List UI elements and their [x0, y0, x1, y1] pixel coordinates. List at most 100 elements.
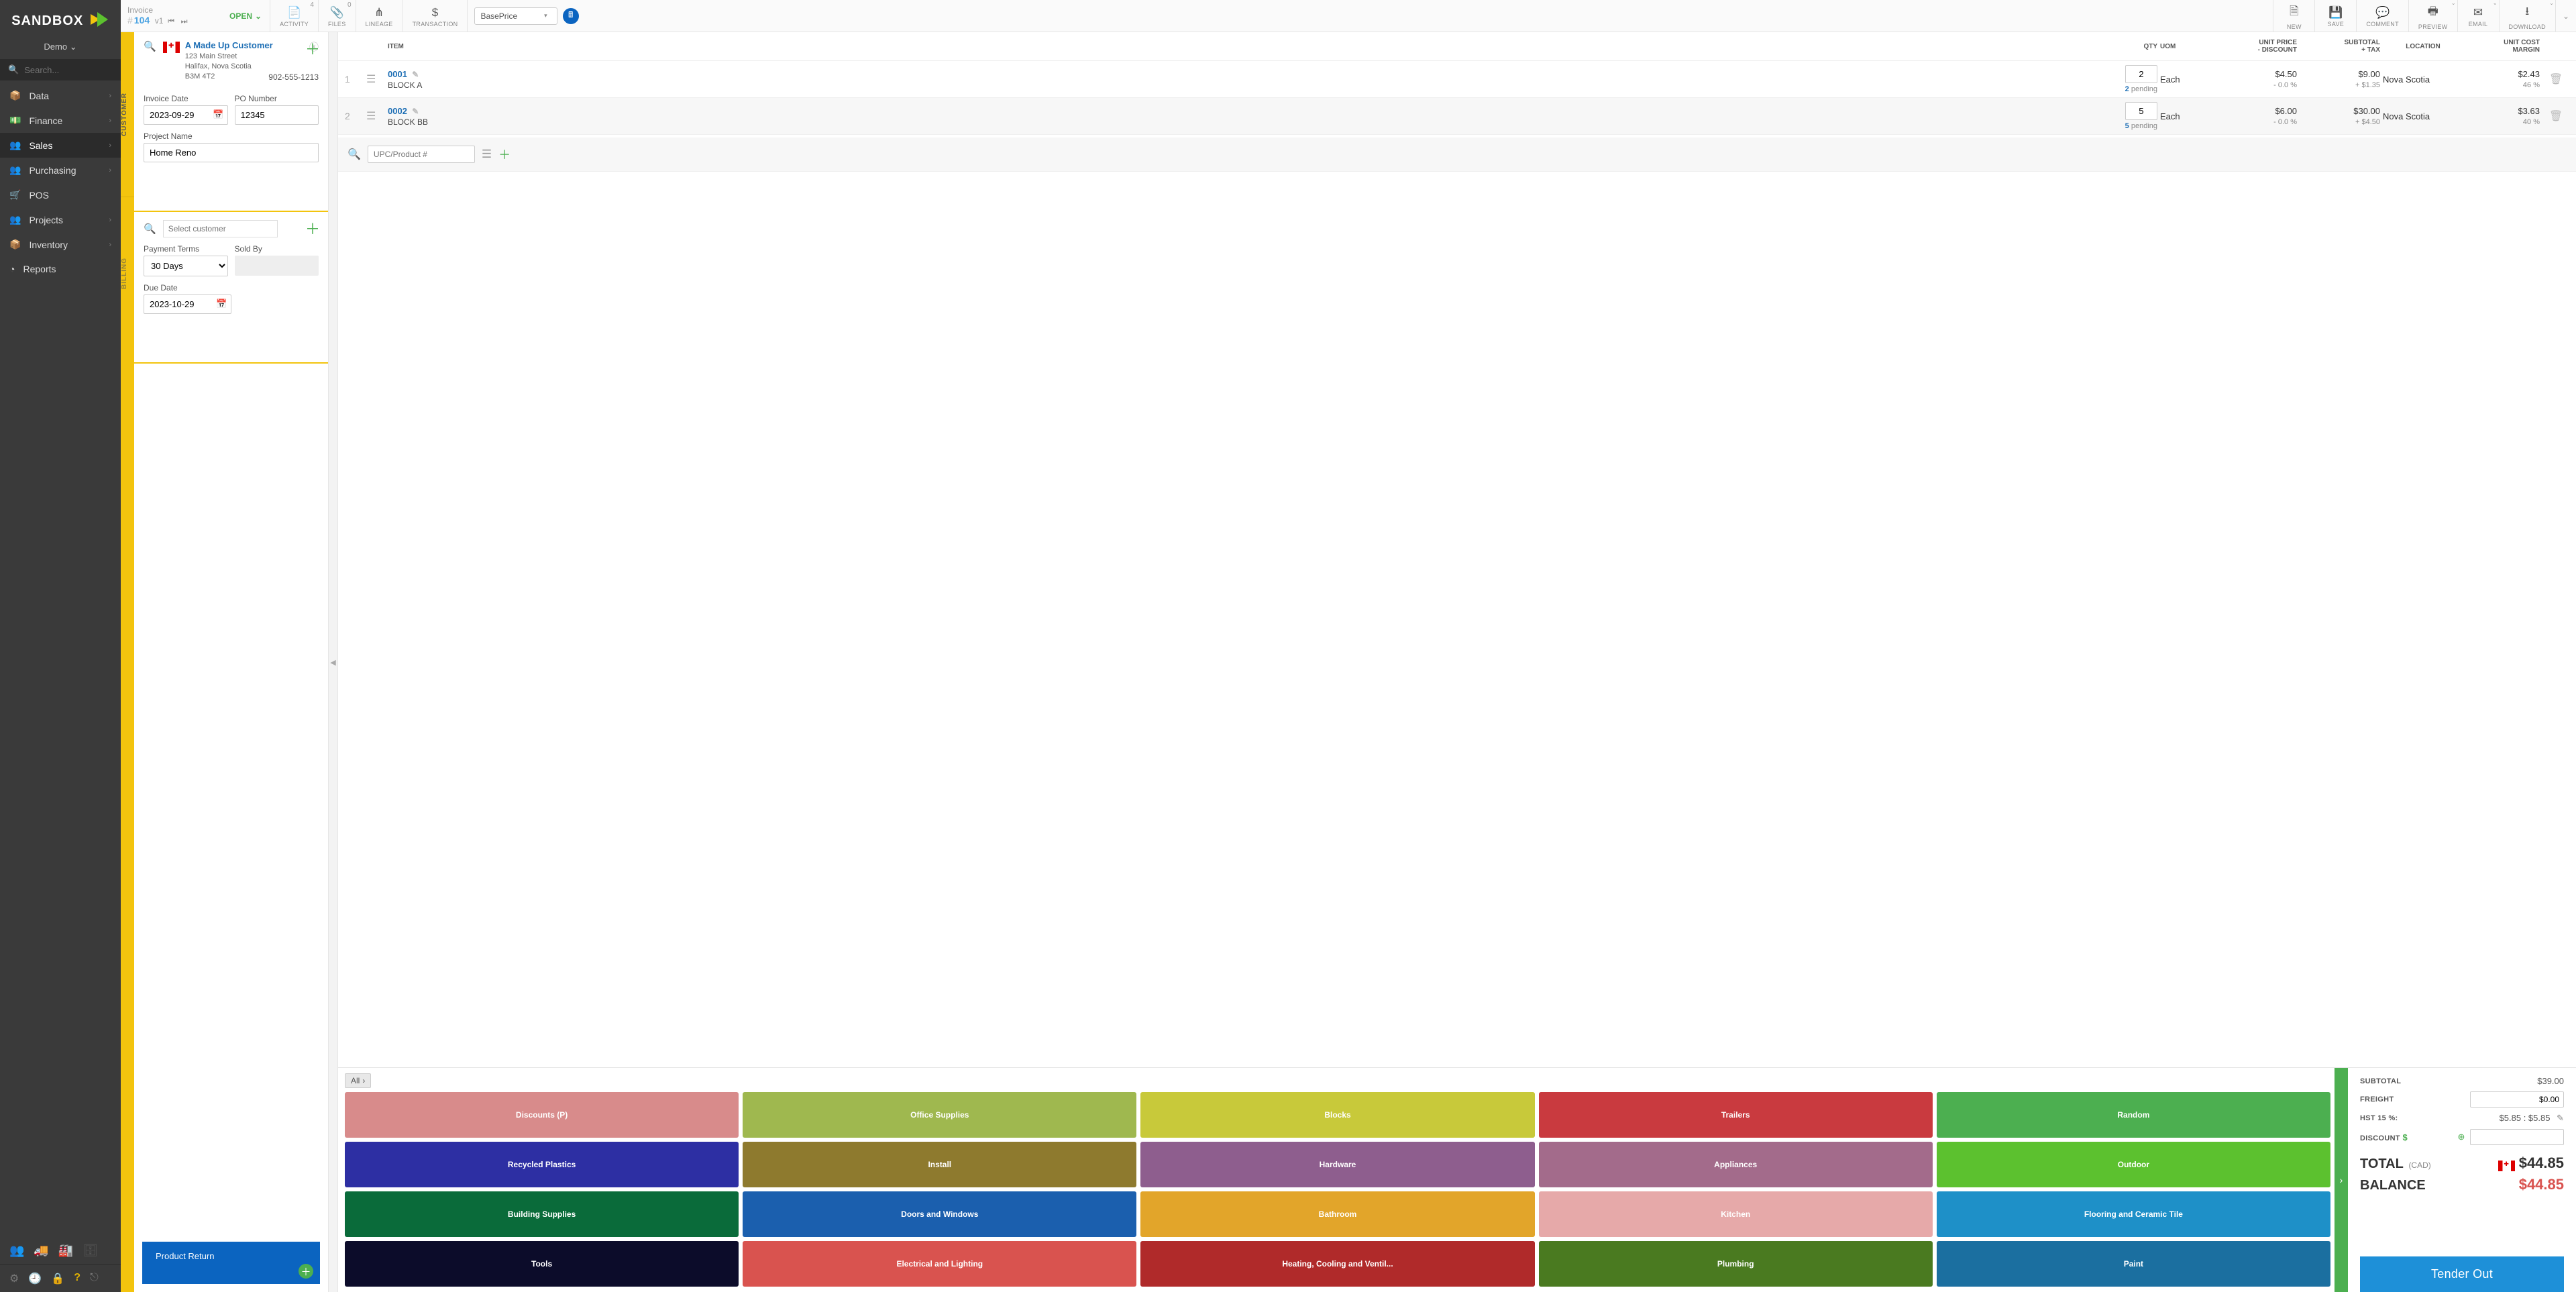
add-billing-customer-button[interactable]: ＋ — [305, 217, 320, 239]
chevron-down-icon[interactable]: ⌄ — [2493, 0, 2498, 6]
edit-icon[interactable]: ✎ — [410, 70, 419, 79]
category-tile[interactable]: Heating, Cooling and Ventil... — [1140, 1241, 1534, 1287]
ribbon-lineage-button[interactable]: ⋔LINEAGE — [356, 0, 402, 32]
search-icon[interactable]: 🔍 — [347, 148, 361, 161]
product-return-button[interactable]: Product Return ＋ — [142, 1242, 320, 1284]
ribbon-save-button[interactable]: 💾SAVE — [2314, 0, 2356, 32]
category-scroll-handle[interactable]: › — [2334, 1068, 2348, 1292]
calendar-icon[interactable]: 📅 — [213, 109, 223, 120]
add-customer-button[interactable]: ＋ — [305, 38, 320, 59]
nav-item-pos[interactable]: 🛒POS — [0, 182, 121, 207]
category-tile[interactable]: Random — [1937, 1092, 2330, 1138]
ribbon-new-button[interactable]: 🗎NEW — [2273, 0, 2314, 32]
users-icon[interactable]: 👥 — [9, 1244, 24, 1258]
prev-doc-button[interactable]: ⏮ — [166, 16, 176, 27]
ribbon-tool-label: PREVIEW — [2418, 23, 2448, 30]
archive-icon[interactable]: 🗄 — [83, 1244, 98, 1258]
category-breadcrumb[interactable]: All › — [345, 1073, 371, 1088]
search-icon[interactable]: 🔍 — [144, 223, 156, 235]
ribbon-files-button[interactable]: 0📎FILES — [319, 0, 356, 32]
category-tile[interactable]: Recycled Plastics — [345, 1142, 739, 1187]
ribbon-transaction-button[interactable]: $TRANSACTION — [403, 0, 468, 32]
ribbon-email-button[interactable]: ⌄✉EMAIL — [2457, 0, 2499, 32]
side-tab-customer[interactable]: CUSTOMER — [121, 32, 134, 197]
po-input[interactable] — [235, 105, 319, 125]
category-tile[interactable]: Discounts (P) — [345, 1092, 739, 1138]
global-search[interactable]: 🔍 — [0, 59, 121, 80]
ribbon-preview-button[interactable]: ⌄🖶PREVIEW — [2408, 0, 2457, 32]
next-doc-button[interactable]: ⏭ — [179, 16, 190, 27]
category-tile[interactable]: Doors and Windows — [743, 1191, 1136, 1237]
line-menu-button[interactable]: ☰ — [366, 109, 385, 123]
doc-id[interactable]: 104 — [134, 15, 150, 25]
discount-add-icon[interactable]: ⊕ — [2457, 1132, 2465, 1142]
edit-icon[interactable]: ✎ — [410, 107, 419, 116]
upc-input[interactable] — [368, 146, 475, 163]
search-icon[interactable]: 🔍 — [144, 40, 156, 52]
category-tile[interactable]: Tools — [345, 1241, 739, 1287]
list-icon[interactable]: ☰ — [482, 148, 492, 161]
category-tile[interactable]: Appliances — [1539, 1142, 1933, 1187]
nav-item-reports[interactable]: ◔Reports — [0, 257, 121, 281]
category-tile[interactable]: Hardware — [1140, 1142, 1534, 1187]
price-list-select[interactable]: BasePrice ▾ — [474, 7, 557, 25]
delete-line-button[interactable]: 🗑 — [2542, 72, 2569, 86]
edit-hst-button[interactable]: ✎ — [2557, 1113, 2564, 1123]
category-tile[interactable]: Building Supplies — [345, 1191, 739, 1237]
discount-label: DISCOUNT — [2360, 1134, 2400, 1142]
nav-item-purchasing[interactable]: 👥Purchasing› — [0, 158, 121, 182]
category-tile[interactable]: Plumbing — [1539, 1241, 1933, 1287]
collapse-panel-button[interactable]: ◀ — [329, 32, 338, 1292]
logout-icon[interactable]: ⎋ — [90, 1272, 99, 1285]
discount-input[interactable] — [2470, 1129, 2564, 1145]
nav-item-data[interactable]: 📦Data› — [0, 83, 121, 108]
gear-icon[interactable]: ⚙ — [9, 1272, 19, 1285]
category-tile[interactable]: Kitchen — [1539, 1191, 1933, 1237]
category-tile[interactable]: Outdoor — [1937, 1142, 2330, 1187]
nav-item-finance[interactable]: 💵Finance› — [0, 108, 121, 133]
discount-currency-icon[interactable]: $ — [2402, 1132, 2407, 1142]
qty-input[interactable] — [2125, 102, 2157, 120]
category-tile[interactable]: Blocks — [1140, 1092, 1534, 1138]
clock-icon[interactable]: 🕘 — [28, 1272, 42, 1285]
item-code-link[interactable]: 0001 ✎ — [388, 69, 419, 79]
nav-item-sales[interactable]: 👥Sales› — [0, 133, 121, 158]
chevron-right-icon: › — [109, 117, 111, 125]
nav-item-projects[interactable]: 👥Projects› — [0, 207, 121, 232]
item-code-link[interactable]: 0002 ✎ — [388, 106, 419, 116]
ribbon-comment-button[interactable]: 💬COMMENT — [2356, 0, 2408, 32]
status-dropdown[interactable]: OPEN ⌄ — [221, 0, 270, 32]
ribbon-more-button[interactable]: ⌄ — [2555, 0, 2576, 32]
category-tile[interactable]: Install — [743, 1142, 1136, 1187]
ribbon-download-button[interactable]: ⌄⭳DOWNLOAD — [2499, 0, 2555, 32]
ribbon-tool-label: FILES — [328, 21, 346, 28]
nav-item-inventory[interactable]: 📦Inventory› — [0, 232, 121, 257]
category-tile[interactable]: Paint — [1937, 1241, 2330, 1287]
category-tile[interactable]: Trailers — [1539, 1092, 1933, 1138]
billing-customer-input[interactable] — [163, 220, 278, 237]
side-tab-billing[interactable]: BILLING — [121, 197, 134, 349]
help-icon[interactable]: ? — [74, 1272, 80, 1285]
freight-input[interactable] — [2470, 1091, 2564, 1108]
chevron-down-icon[interactable]: ⌄ — [2451, 0, 2456, 6]
factory-icon[interactable]: 🏭 — [58, 1244, 73, 1258]
truck-icon[interactable]: 🚚 — [34, 1244, 48, 1258]
tender-out-button[interactable]: Tender Out — [2360, 1256, 2564, 1292]
category-tile[interactable]: Flooring and Ceramic Tile — [1937, 1191, 2330, 1237]
line-menu-button[interactable]: ☰ — [366, 72, 385, 86]
category-tile[interactable]: Electrical and Lighting — [743, 1241, 1136, 1287]
calculator-button[interactable]: 🖩 — [563, 8, 579, 24]
category-tile[interactable]: Office Supplies — [743, 1092, 1136, 1138]
delete-line-button[interactable]: 🗑 — [2542, 109, 2569, 123]
project-input[interactable] — [144, 143, 319, 162]
lock-icon[interactable]: 🔒 — [51, 1272, 64, 1285]
ribbon-activity-button[interactable]: 4📄ACTIVITY — [270, 0, 318, 32]
category-tile[interactable]: Bathroom — [1140, 1191, 1534, 1237]
chevron-down-icon[interactable]: ⌄ — [2549, 0, 2554, 6]
add-line-button[interactable]: ＋ — [498, 146, 511, 163]
calendar-icon[interactable]: 📅 — [216, 299, 227, 309]
customer-name-link[interactable]: A Made Up Customer — [185, 40, 304, 50]
qty-input[interactable] — [2125, 65, 2157, 83]
payment-terms-select[interactable]: 30 Days — [144, 256, 228, 276]
tenant-switcher[interactable]: Demo ⌄ — [0, 38, 121, 59]
